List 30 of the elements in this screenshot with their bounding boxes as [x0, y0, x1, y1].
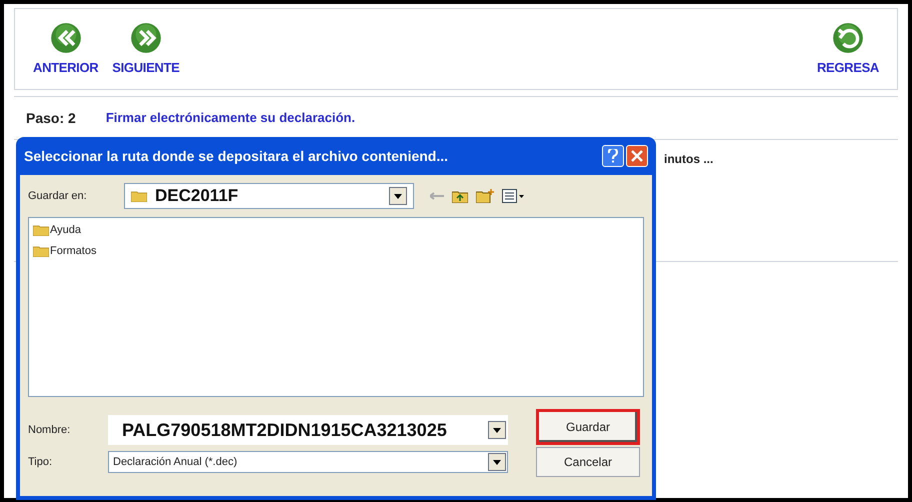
- dialog-title: Seleccionar la ruta donde se depositara el archivo conteniend...: [24, 146, 448, 166]
- nav-button[interactable]: SIGUIENTE: [112, 22, 180, 77]
- up-folder-icon[interactable]: [452, 189, 468, 203]
- fast-forward-icon: [130, 22, 162, 54]
- type-label: Tipo:: [28, 454, 54, 470]
- name-label: Nombre:: [28, 422, 72, 438]
- instruction-text: inutos ...: [664, 151, 714, 168]
- step-label: Paso: 2: [26, 108, 76, 128]
- folder-icon: [131, 190, 147, 202]
- rewind-icon: [50, 22, 82, 54]
- dialog-button[interactable]: Cancelar: [536, 447, 640, 477]
- folder-item[interactable]: Formatos: [33, 242, 639, 259]
- nav-button[interactable]: ANTERIOR: [33, 22, 98, 77]
- close-icon: [631, 150, 643, 162]
- return-icon: [832, 22, 864, 54]
- view-menu-icon[interactable]: [502, 189, 524, 203]
- nav-button[interactable]: REGRESA: [816, 22, 879, 77]
- close-button[interactable]: [626, 145, 648, 167]
- file-name-field[interactable]: PALG790518MT2DIDN1915CA3213025: [108, 415, 508, 445]
- save-in-label: Guardar en:: [28, 188, 88, 204]
- save-in-dropdown[interactable]: DEC2011F: [124, 183, 414, 209]
- folder-icon: [33, 224, 49, 236]
- new-folder-icon[interactable]: [476, 189, 494, 203]
- folder-item[interactable]: Ayuda: [33, 222, 639, 238]
- file-type-dropdown[interactable]: Declaración Anual (*.dec): [108, 451, 508, 473]
- help-icon: [608, 149, 618, 163]
- dialog-button[interactable]: Guardar: [536, 409, 640, 445]
- step-title: Firmar electrónicamente su declaración.: [106, 109, 356, 128]
- help-button[interactable]: [602, 145, 624, 167]
- folder-icon: [33, 244, 49, 257]
